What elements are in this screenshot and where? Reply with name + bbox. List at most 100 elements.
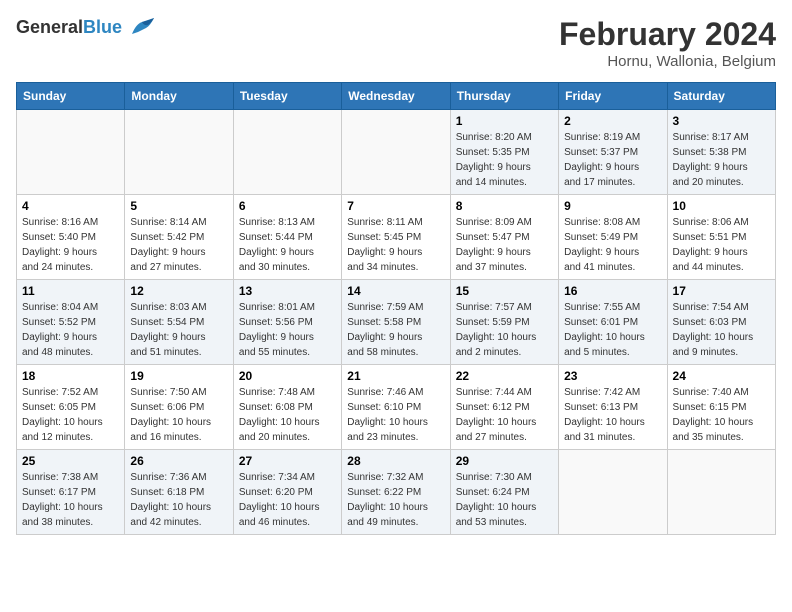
calendar-cell: 17 Sunrise: 7:54 AMSunset: 6:03 PMDayligh… (667, 280, 775, 365)
day-info: Sunrise: 7:57 AMSunset: 5:59 PMDaylight:… (456, 300, 553, 360)
column-header-tuesday: Tuesday (233, 83, 341, 110)
calendar-cell: 9Sunrise: 8:08 AMSunset: 5:49 PMDaylight… (559, 195, 667, 280)
calendar-cell: 10 Sunrise: 8:06 AMSunset: 5:51 PMDayligh… (667, 195, 775, 280)
day-number: 25 (22, 454, 119, 468)
day-number: 4 (22, 199, 119, 213)
day-number: 26 (130, 454, 227, 468)
day-info: Sunrise: 8:06 AMSunset: 5:51 PMDaylight:… (673, 215, 770, 275)
logo: GeneralBlue (16, 16, 156, 38)
logo-blue-text: Blue (83, 17, 122, 37)
day-info: Sunrise: 7:42 AMSunset: 6:13 PMDaylight:… (564, 385, 661, 445)
day-info: Sunrise: 7:46 AMSunset: 6:10 PMDaylight:… (347, 385, 444, 445)
calendar-cell: 14Sunrise: 7:59 AMSunset: 5:58 PMDayligh… (342, 280, 450, 365)
day-number: 5 (130, 199, 227, 213)
column-header-sunday: Sunday (17, 83, 125, 110)
column-header-monday: Monday (125, 83, 233, 110)
day-info: Sunrise: 7:55 AMSunset: 6:01 PMDaylight:… (564, 300, 661, 360)
title-block: February 2024 Hornu, Wallonia, Belgium (559, 16, 776, 70)
day-number: 9 (564, 199, 661, 213)
column-header-wednesday: Wednesday (342, 83, 450, 110)
calendar-cell: 24 Sunrise: 7:40 AMSunset: 6:15 PMDayligh… (667, 365, 775, 450)
logo-general-text: General (16, 17, 83, 37)
day-number: 3 (673, 114, 770, 128)
calendar-cell: 6Sunrise: 8:13 AMSunset: 5:44 PMDaylight… (233, 195, 341, 280)
day-number: 8 (456, 199, 553, 213)
day-info: Sunrise: 7:36 AMSunset: 6:18 PMDaylight:… (130, 470, 227, 530)
day-number: 21 (347, 369, 444, 383)
day-number: 15 (456, 284, 553, 298)
calendar-cell (342, 110, 450, 195)
day-number: 27 (239, 454, 336, 468)
day-number: 22 (456, 369, 553, 383)
day-info: Sunrise: 8:20 AMSunset: 5:35 PMDaylight:… (456, 130, 553, 190)
calendar-cell: 11 Sunrise: 8:04 AMSunset: 5:52 PMDayligh… (17, 280, 125, 365)
calendar-cell: 1 Sunrise: 8:20 AMSunset: 5:35 PMDaylight… (450, 110, 558, 195)
calendar-cell: 12Sunrise: 8:03 AMSunset: 5:54 PMDayligh… (125, 280, 233, 365)
day-info: Sunrise: 7:34 AMSunset: 6:20 PMDaylight:… (239, 470, 336, 530)
day-number: 1 (456, 114, 553, 128)
calendar-table: SundayMondayTuesdayWednesdayThursdayFrid… (16, 82, 776, 535)
calendar-cell: 18 Sunrise: 7:52 AMSunset: 6:05 PMDayligh… (17, 365, 125, 450)
day-info: Sunrise: 8:04 AMSunset: 5:52 PMDaylight:… (22, 300, 119, 360)
column-header-saturday: Saturday (667, 83, 775, 110)
day-number: 11 (22, 284, 119, 298)
calendar-cell: 5Sunrise: 8:14 AMSunset: 5:42 PMDaylight… (125, 195, 233, 280)
calendar-cell: 16 Sunrise: 7:55 AMSunset: 6:01 PMDayligh… (559, 280, 667, 365)
day-info: Sunrise: 8:01 AMSunset: 5:56 PMDaylight:… (239, 300, 336, 360)
calendar-cell: 3Sunrise: 8:17 AMSunset: 5:38 PMDaylight… (667, 110, 775, 195)
day-number: 29 (456, 454, 553, 468)
day-info: Sunrise: 7:54 AMSunset: 6:03 PMDaylight:… (673, 300, 770, 360)
day-number: 13 (239, 284, 336, 298)
calendar-cell: 26 Sunrise: 7:36 AMSunset: 6:18 PMDayligh… (125, 450, 233, 535)
day-info: Sunrise: 7:59 AMSunset: 5:58 PMDaylight:… (347, 300, 444, 360)
calendar-cell: 23Sunrise: 7:42 AMSunset: 6:13 PMDayligh… (559, 365, 667, 450)
calendar-cell: 2 Sunrise: 8:19 AMSunset: 5:37 PMDaylight… (559, 110, 667, 195)
day-info: Sunrise: 7:44 AMSunset: 6:12 PMDaylight:… (456, 385, 553, 445)
day-number: 17 (673, 284, 770, 298)
day-number: 7 (347, 199, 444, 213)
calendar-header: SundayMondayTuesdayWednesdayThursdayFrid… (17, 83, 776, 110)
day-number: 16 (564, 284, 661, 298)
day-number: 2 (564, 114, 661, 128)
day-number: 24 (673, 369, 770, 383)
calendar-cell (17, 110, 125, 195)
day-info: Sunrise: 7:48 AMSunset: 6:08 PMDaylight:… (239, 385, 336, 445)
day-number: 10 (673, 199, 770, 213)
calendar-cell: 20Sunrise: 7:48 AMSunset: 6:08 PMDayligh… (233, 365, 341, 450)
calendar-cell (559, 450, 667, 535)
day-number: 28 (347, 454, 444, 468)
calendar-cell (125, 110, 233, 195)
calendar-week-2: 4Sunrise: 8:16 AMSunset: 5:40 PMDaylight… (17, 195, 776, 280)
location-text: Hornu, Wallonia, Belgium (559, 53, 776, 70)
day-info: Sunrise: 8:19 AMSunset: 5:37 PMDaylight:… (564, 130, 661, 190)
day-number: 6 (239, 199, 336, 213)
day-number: 19 (130, 369, 227, 383)
day-info: Sunrise: 8:03 AMSunset: 5:54 PMDaylight:… (130, 300, 227, 360)
calendar-cell: 19 Sunrise: 7:50 AMSunset: 6:06 PMDayligh… (125, 365, 233, 450)
day-info: Sunrise: 8:09 AMSunset: 5:47 PMDaylight:… (456, 215, 553, 275)
calendar-cell: 8 Sunrise: 8:09 AMSunset: 5:47 PMDaylight… (450, 195, 558, 280)
calendar-cell: 15 Sunrise: 7:57 AMSunset: 5:59 PMDayligh… (450, 280, 558, 365)
calendar-week-1: 1 Sunrise: 8:20 AMSunset: 5:35 PMDaylight… (17, 110, 776, 195)
calendar-cell: 7 Sunrise: 8:11 AMSunset: 5:45 PMDaylight… (342, 195, 450, 280)
day-number: 18 (22, 369, 119, 383)
calendar-cell: 28 Sunrise: 7:32 AMSunset: 6:22 PMDayligh… (342, 450, 450, 535)
day-info: Sunrise: 7:40 AMSunset: 6:15 PMDaylight:… (673, 385, 770, 445)
calendar-week-5: 25 Sunrise: 7:38 AMSunset: 6:17 PMDayligh… (17, 450, 776, 535)
calendar-week-4: 18 Sunrise: 7:52 AMSunset: 6:05 PMDayligh… (17, 365, 776, 450)
day-info: Sunrise: 8:11 AMSunset: 5:45 PMDaylight:… (347, 215, 444, 275)
calendar-cell: 25 Sunrise: 7:38 AMSunset: 6:17 PMDayligh… (17, 450, 125, 535)
column-header-friday: Friday (559, 83, 667, 110)
month-title: February 2024 (559, 16, 776, 53)
calendar-week-3: 11 Sunrise: 8:04 AMSunset: 5:52 PMDayligh… (17, 280, 776, 365)
day-info: Sunrise: 7:38 AMSunset: 6:17 PMDaylight:… (22, 470, 119, 530)
day-info: Sunrise: 7:32 AMSunset: 6:22 PMDaylight:… (347, 470, 444, 530)
calendar-body: 1 Sunrise: 8:20 AMSunset: 5:35 PMDaylight… (17, 110, 776, 535)
calendar-cell: 29Sunrise: 7:30 AMSunset: 6:24 PMDayligh… (450, 450, 558, 535)
calendar-cell (233, 110, 341, 195)
calendar-cell: 4Sunrise: 8:16 AMSunset: 5:40 PMDaylight… (17, 195, 125, 280)
calendar-cell: 27 Sunrise: 7:34 AMSunset: 6:20 PMDayligh… (233, 450, 341, 535)
day-info: Sunrise: 7:50 AMSunset: 6:06 PMDaylight:… (130, 385, 227, 445)
calendar-cell (667, 450, 775, 535)
day-info: Sunrise: 7:52 AMSunset: 6:05 PMDaylight:… (22, 385, 119, 445)
